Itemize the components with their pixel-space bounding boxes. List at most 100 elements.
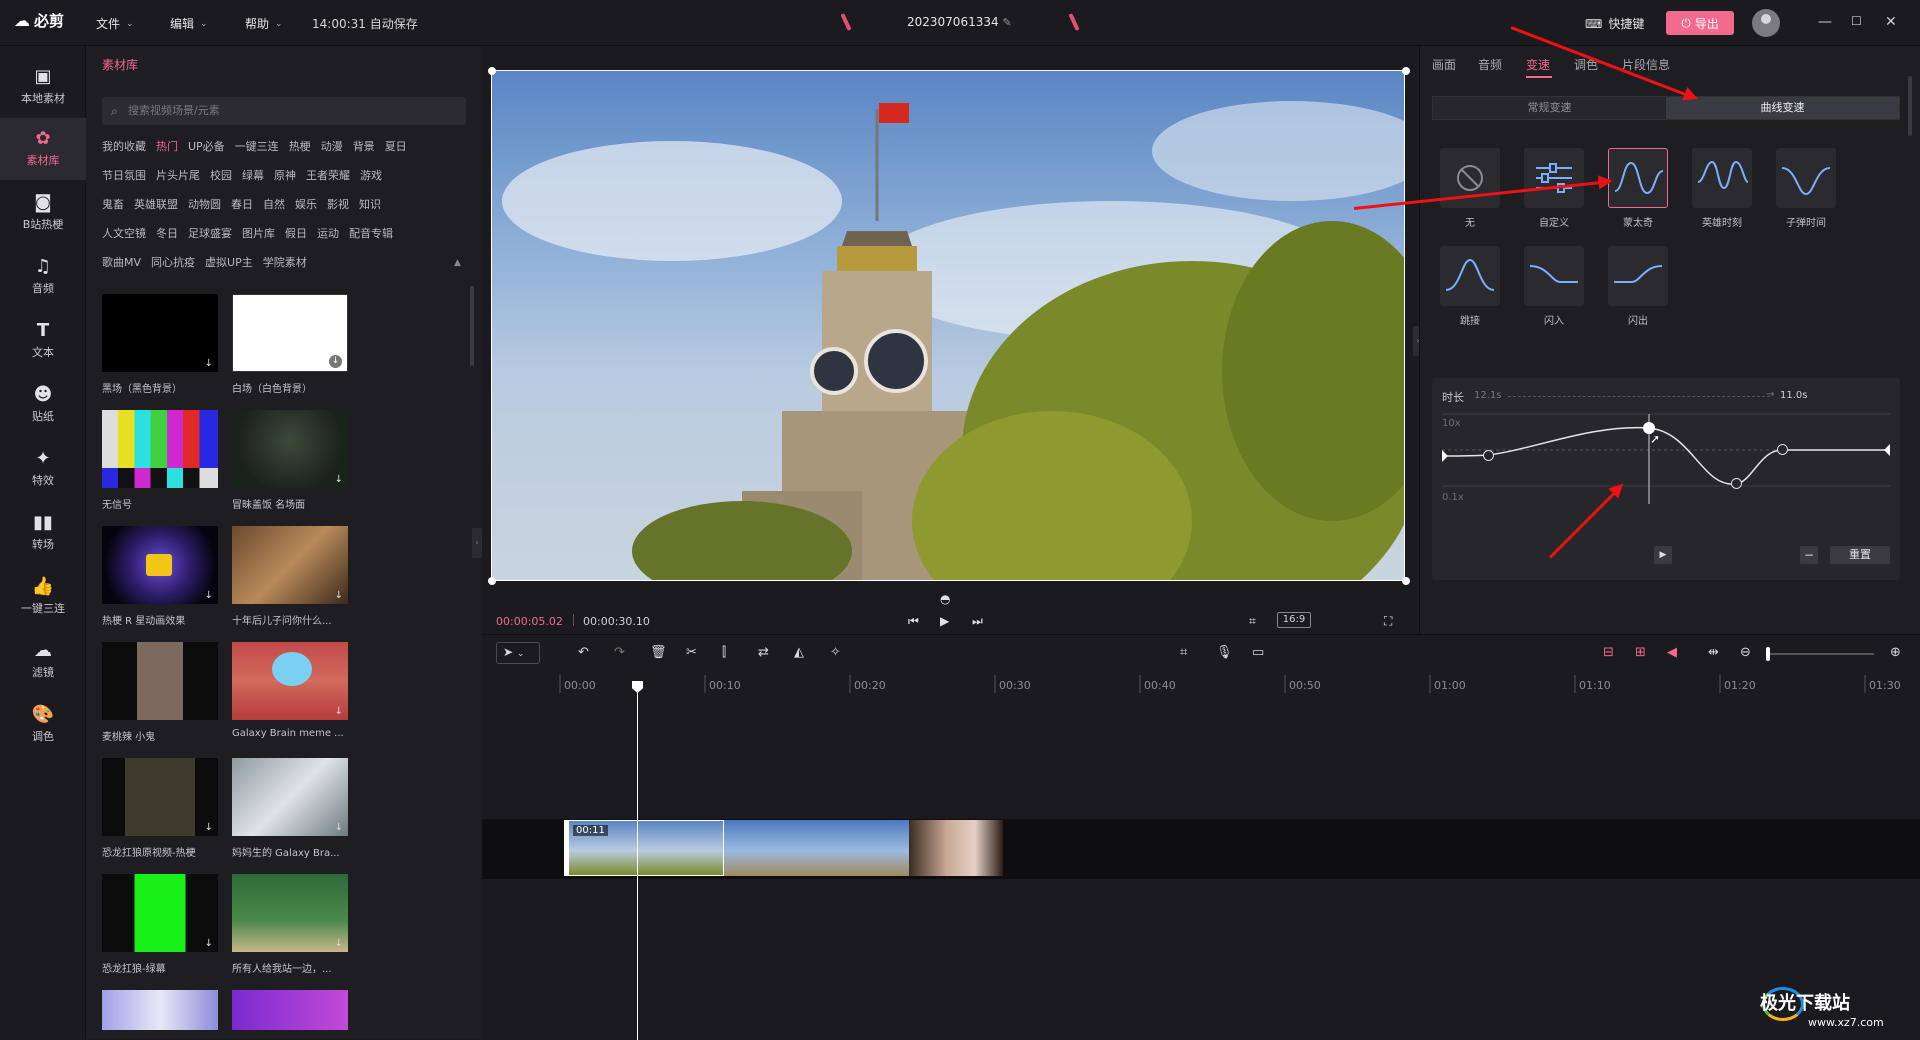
zoom-out-icon[interactable]: ⊖ [1740,645,1751,660]
minimize-icon[interactable]: — [1818,14,1832,30]
resize-handle[interactable] [1402,67,1410,75]
curve-canvas[interactable] [1432,378,1900,528]
library-item[interactable]: ↓ 恐龙扛狼原视频-热梗 [102,758,218,859]
library-item[interactable]: ↓ 所有人给我站一边，... [232,874,348,975]
download-icon[interactable]: ↓ [205,938,213,949]
redo-icon[interactable]: ↷ [614,645,625,660]
library-item[interactable]: 麦桃辣 小鬼 [102,642,218,743]
preset-flash-in[interactable]: 闪入 [1524,246,1584,327]
reset-button[interactable]: 重置 [1830,546,1890,564]
nav-transition[interactable]: ▮▮ 转场 [0,502,86,564]
tag-item[interactable]: 自然 [263,196,285,212]
speed-gauge-icon[interactable]: ◓ [940,592,950,606]
library-item[interactable]: ↓ Galaxy Brain meme ... [232,642,348,739]
nav-sticker[interactable]: ☻ 贴纸 [0,374,86,436]
tab-library[interactable]: 素材库 [102,56,138,73]
library-item[interactable]: ↓ 黑场（黑色背景） [102,294,218,395]
tab-audio[interactable]: 音频 [1478,56,1502,73]
download-icon[interactable]: ↓ [335,822,343,833]
tag-item[interactable]: 虚拟UP主 [205,254,253,270]
maximize-icon[interactable]: ☐ [1851,14,1862,28]
tag-item[interactable]: 热门 [156,138,178,154]
video-preview[interactable] [491,70,1405,581]
resize-handle[interactable] [488,577,496,585]
preset-none[interactable]: 无 [1440,148,1500,229]
curve-control-point[interactable] [1777,444,1788,455]
screenshot-icon[interactable]: ⌗ [1180,645,1187,660]
play-icon[interactable]: ▶ [1654,546,1672,564]
preset-flash-out[interactable]: 闪出 [1608,246,1668,327]
nav-text[interactable]: T 文本 [0,310,86,372]
playhead[interactable] [637,687,638,1040]
download-icon[interactable]: ↓ [329,355,342,368]
resize-handle[interactable] [488,67,496,75]
camera-icon[interactable]: ▭ [1252,645,1264,660]
library-item[interactable]: ↓ 十年后儿子问你什么... [232,526,348,627]
menu-file[interactable]: 文件 ⌄ [96,15,134,32]
replace-icon[interactable]: ⇄ [758,645,769,660]
remove-point-icon[interactable]: − [1800,546,1818,564]
nav-effects[interactable]: ✦ 特效 [0,438,86,500]
project-name[interactable]: 202307061334 ✎ [907,15,1012,29]
split-icon[interactable]: ⫿ [722,645,726,660]
video-clip-selected[interactable]: 00:11 [564,820,724,876]
curve-control-point[interactable] [1483,450,1494,461]
tag-item[interactable]: 动漫 [321,138,343,154]
tag-item[interactable]: 动物圆 [188,196,221,212]
library-item[interactable]: ↓ 热梗 R 星动画效果 [102,526,218,627]
fit-icon[interactable]: ⇹ [1708,645,1719,660]
tag-item[interactable]: 歌曲MV [102,254,141,270]
curve-control-point[interactable] [1731,478,1742,489]
tag-item[interactable]: 片头片尾 [156,167,200,183]
curve-speed-option[interactable]: 曲线变速 [1666,97,1899,119]
zoom-slider[interactable] [1766,653,1874,655]
download-icon[interactable]: ↓ [335,474,343,485]
library-item[interactable]: ↓ 妈妈生的 Galaxy Bra... [232,758,348,859]
shortcut-button[interactable]: ⌨ 快捷键 [1585,15,1644,32]
nav-triple[interactable]: 👍 一键三连 [0,566,86,628]
clip-trim-handle[interactable] [565,821,569,875]
tag-item[interactable]: 鬼畜 [102,196,124,212]
tag-item[interactable]: 冬日 [156,225,178,241]
library-item[interactable]: ↓ 白场（白色背景） [232,294,348,395]
aspect-ratio-button[interactable]: 16:9 [1277,612,1311,628]
crop-icon[interactable]: ⌗ [1249,614,1256,629]
library-item[interactable] [232,990,348,1030]
nav-bilibili-memes[interactable]: ◙ B站热梗 [0,182,86,244]
download-icon[interactable]: ↓ [205,358,213,369]
tag-item[interactable]: 一键三连 [235,138,279,154]
close-icon[interactable]: ✕ [1885,14,1897,30]
prev-frame-icon[interactable]: ⏮ [908,614,919,629]
mirror-icon[interactable]: ◭ [794,645,804,660]
nav-audio[interactable]: ♫ 音频 [0,246,86,308]
tag-item[interactable]: 娱乐 [295,196,317,212]
tab-speed[interactable]: 变速 [1526,56,1550,73]
nav-filter[interactable]: ☁ 滤镜 [0,630,86,692]
play-icon[interactable]: ▶ [940,614,949,628]
export-button[interactable]: ⏻ 导出 [1666,11,1734,35]
zoom-in-icon[interactable]: ⊕ [1890,645,1901,660]
tag-item[interactable]: 人文空镜 [102,225,146,241]
menu-edit[interactable]: 编辑 ⌄ [170,15,208,32]
download-icon[interactable]: ↓ [205,822,213,833]
tag-item[interactable]: 影视 [327,196,349,212]
nav-local-media[interactable]: ▣ 本地素材 [0,56,86,118]
chevron-up-icon[interactable]: ▲ [454,258,461,268]
tag-item[interactable]: 图片库 [242,225,275,241]
resize-handle[interactable] [1402,577,1410,585]
video-clip[interactable] [724,820,909,876]
scrollbar[interactable] [470,286,474,366]
edit-icon[interactable]: ✎ [1002,16,1011,29]
select-tool[interactable]: ➤ ⌄ [496,642,540,664]
next-frame-icon[interactable]: ⏭ [972,614,983,629]
tag-item[interactable]: 春日 [231,196,253,212]
delete-icon[interactable]: 🗑 [650,645,667,660]
download-icon[interactable]: ↓ [335,590,343,601]
preset-jump[interactable]: 跳接 [1440,246,1500,327]
tag-item[interactable]: 游戏 [360,167,382,183]
tag-item[interactable]: 同心抗疫 [151,254,195,270]
tag-item[interactable]: 运动 [317,225,339,241]
download-icon[interactable]: ↓ [335,938,343,949]
preset-montage[interactable]: 蒙太奇 [1608,148,1668,229]
snap-icon[interactable]: ⊟ [1603,645,1614,660]
